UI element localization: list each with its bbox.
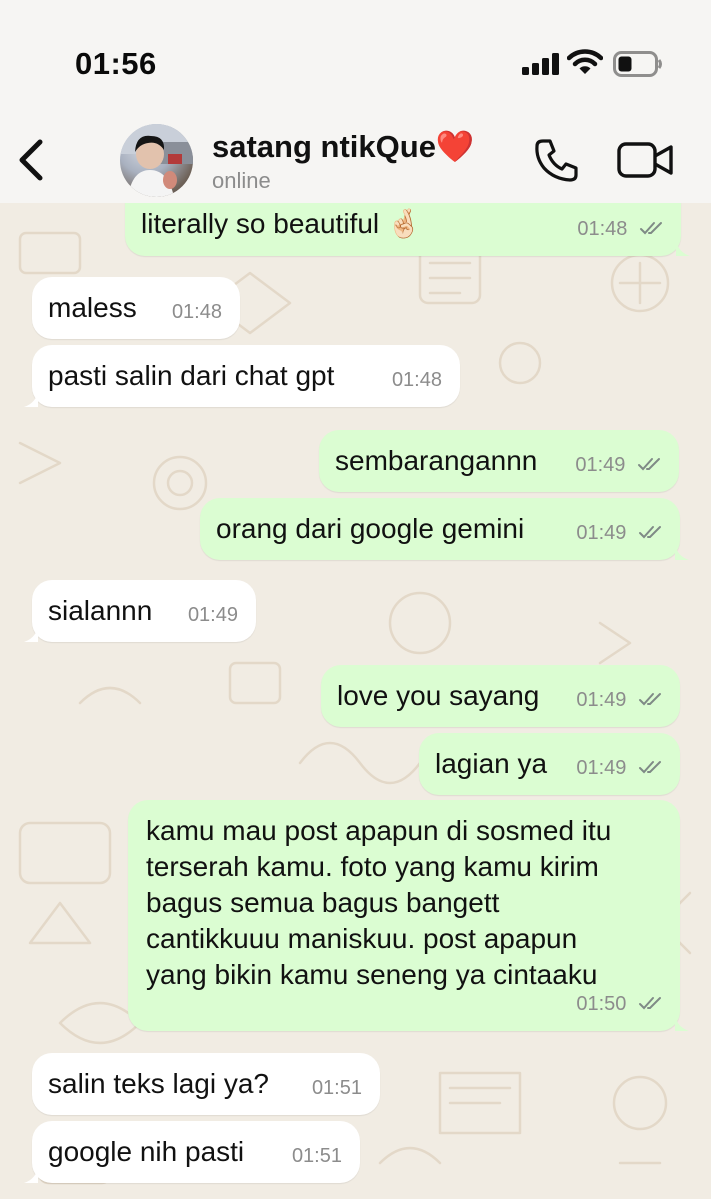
incoming-message[interactable]: pasti salin dari chat gpt 01:48 (24, 345, 460, 407)
message-time: 01:49 (575, 454, 626, 476)
incoming-message[interactable]: sialannn 01:49 (24, 580, 256, 642)
message-meta: 01:48 (577, 211, 667, 247)
message-time: 01:48 (391, 369, 442, 391)
message-time: 01:50 (576, 993, 627, 1015)
contact-name[interactable]: satang ntikQue❤️ (212, 128, 475, 165)
message-time: 01:49 (576, 689, 627, 711)
message-time: 01:49 (576, 757, 627, 779)
message-text: salin teks lagi ya? (48, 1068, 270, 1099)
bubble-tail (676, 240, 690, 256)
outgoing-message[interactable]: literally so beautiful 🤞🏻 01:48 (125, 203, 690, 256)
chat-header: 01:56 satang ntikQue❤️ online (0, 0, 711, 203)
double-check-icon (639, 692, 661, 706)
message-text: lagian ya (435, 748, 548, 779)
message-meta: 01:49 (576, 750, 666, 786)
message-text: sialannn (48, 595, 153, 626)
bubble-tail (675, 544, 689, 560)
message-time: 01:48 (171, 301, 222, 323)
message-line: terserah kamu. foto yang kamu kirim (146, 851, 599, 882)
message-text: literally so beautiful 🤞🏻 (141, 208, 422, 239)
message-text: pasti salin dari chat gpt (48, 360, 335, 391)
outgoing-message[interactable]: orang dari google gemini 01:49 (200, 498, 689, 560)
message-text: sembarangannn (335, 445, 538, 476)
double-check-icon (638, 457, 660, 471)
bubble-tail (24, 626, 38, 642)
cellular-signal-icon (522, 53, 559, 75)
outgoing-message[interactable]: love you sayang 01:49 (321, 665, 680, 727)
message-time: 01:48 (577, 218, 628, 240)
message-text: google nih pasti (48, 1136, 245, 1167)
message-text: kamu mau post apapun di sosmed itu terse… (146, 813, 611, 993)
bubble-tail (24, 1167, 38, 1183)
message-time: 01:49 (187, 604, 238, 626)
message-line: cantikkuuu maniskuu. post apapun (146, 923, 578, 954)
message-time: 01:51 (311, 1077, 362, 1099)
bubble-tail (675, 1015, 689, 1031)
outgoing-message[interactable]: sembarangannn 01:49 (319, 430, 679, 492)
battery-icon (613, 51, 662, 77)
double-check-icon (639, 525, 661, 539)
message-time: 01:49 (576, 522, 627, 544)
contact-status: online (212, 168, 271, 193)
status-time: 01:56 (75, 46, 157, 81)
incoming-message[interactable]: maless 01:48 (32, 277, 240, 339)
incoming-message[interactable]: google nih pasti 01:51 (24, 1121, 360, 1183)
message-text: maless (48, 292, 137, 323)
message-meta: 01:49 (576, 515, 666, 551)
back-chevron-icon[interactable] (14, 138, 50, 182)
message-meta: 01:49 (575, 447, 665, 483)
message-meta: 01:50 (576, 986, 666, 1022)
message-line: yang bikin kamu seneng ya cintaaku (146, 959, 598, 990)
wifi-icon (567, 49, 603, 74)
incoming-message[interactable]: salin teks lagi ya? 01:51 (32, 1053, 380, 1115)
message-line: bagus semua bagus bangett (146, 887, 500, 918)
message-line: kamu mau post apapun di sosmed itu (146, 815, 612, 846)
message-meta: 01:49 (576, 682, 666, 718)
contact-avatar[interactable] (120, 124, 193, 197)
bubble-tail (24, 391, 38, 407)
outgoing-message[interactable]: kamu mau post apapun di sosmed itu terse… (128, 800, 689, 1031)
message-text: love you sayang (337, 680, 540, 711)
chat-thread[interactable]: literally so beautiful 🤞🏻 01:48 maless 0… (0, 203, 711, 1199)
double-check-icon (639, 996, 661, 1010)
video-call-icon[interactable] (617, 140, 675, 180)
double-check-icon (640, 221, 662, 235)
phone-call-icon[interactable] (532, 137, 580, 183)
message-time: 01:51 (291, 1145, 342, 1167)
double-check-icon (639, 760, 661, 774)
message-text: orang dari google gemini (216, 513, 525, 544)
outgoing-message[interactable]: lagian ya 01:49 (419, 733, 680, 795)
